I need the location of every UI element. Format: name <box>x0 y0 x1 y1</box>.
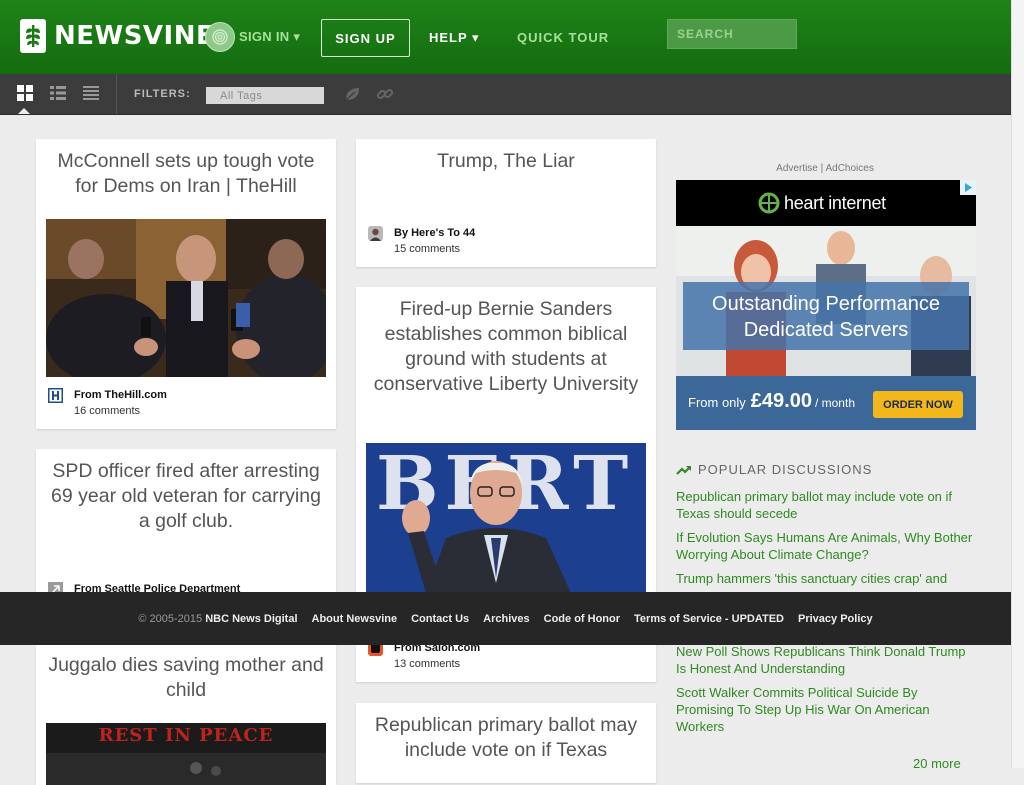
top-navigation-bar: NEWSVINE SIGN IN ▾ SIGN UP HELP ▾ QUICK … <box>0 0 1024 74</box>
footer-link-terms[interactable]: Terms of Service - UPDATED <box>634 613 784 625</box>
sign-up-button[interactable]: SIGN UP <box>321 19 410 57</box>
ad-price-line: From only £49.00 / month <box>688 390 855 413</box>
footer-link-about[interactable]: About Newsvine <box>312 613 398 625</box>
ad-choices-icon[interactable] <box>960 180 976 195</box>
footer-bar: © 2005-2015 NBC News Digital About Newsv… <box>0 592 1011 645</box>
compact-view-icon[interactable] <box>83 85 99 101</box>
popular-discussions-title: POPULAR DISCUSSIONS <box>698 462 873 477</box>
popular-item[interactable]: Scott Walker Commits Political Suicide B… <box>676 684 976 735</box>
story-comment-count[interactable]: 13 comments <box>394 656 480 672</box>
search-input[interactable] <box>667 19 797 49</box>
page-scrollbar[interactable] <box>1011 0 1024 768</box>
copyright-text: © 2005-2015 <box>138 612 203 625</box>
footer-link-privacy[interactable]: Privacy Policy <box>798 613 873 625</box>
leaf-filter-icon[interactable] <box>343 85 361 103</box>
ad-order-now-button[interactable]: ORDER NOW <box>873 391 963 418</box>
story-card[interactable]: McConnell sets up tough vote for Dems on… <box>36 139 336 429</box>
story-card[interactable]: Juggalo dies saving mother and child RES… <box>36 645 336 785</box>
copyright-company[interactable]: NBC News Digital <box>205 613 297 625</box>
tags-filter-input[interactable] <box>206 87 324 104</box>
quick-tour-link[interactable]: QUICK TOUR <box>517 30 609 45</box>
story-card[interactable]: Trump, The Liar By Here's To 44 15 comme… <box>356 139 656 267</box>
ad-price: £49.00 <box>750 390 812 412</box>
help-menu[interactable]: HELP ▾ <box>429 30 480 46</box>
footer-link-archives[interactable]: Archives <box>483 613 529 625</box>
story-source[interactable]: From TheHill.com <box>74 387 167 403</box>
filters-label: FILTERS: <box>134 88 191 100</box>
heart-internet-ad[interactable]: heart internet Outstanding Performance D… <box>676 180 976 430</box>
logo-wordmark: NEWSVINE <box>54 21 215 51</box>
story-title[interactable]: Republican primary ballot may include vo… <box>356 713 656 763</box>
popular-item[interactable]: Trump hammers 'this sanctuary cities cra… <box>676 570 976 587</box>
story-photo-bernie-sanders[interactable]: BERT <box>366 443 646 593</box>
story-meta: From TheHill.com 16 comments <box>48 387 167 419</box>
link-filter-icon[interactable] <box>376 85 394 103</box>
trending-icon <box>676 465 691 475</box>
ad-price-suffix: / month <box>814 396 855 410</box>
story-title[interactable]: McConnell sets up tough vote for Dems on… <box>36 149 336 199</box>
filter-bar: FILTERS: <box>0 74 1024 115</box>
story-card[interactable]: Republican primary ballot may include vo… <box>356 703 656 783</box>
newsvine-logo[interactable]: NEWSVINE <box>20 18 214 54</box>
ad-price-prefix: From only <box>688 395 746 410</box>
popular-item[interactable]: Republican primary ballot may include vo… <box>676 488 976 522</box>
story-card[interactable]: SPD officer fired after arresting 69 yea… <box>36 449 336 609</box>
author-avatar <box>368 226 383 241</box>
active-view-indicator <box>18 108 30 114</box>
ad-headline-1: Outstanding Performance <box>712 293 940 315</box>
divider <box>116 74 117 114</box>
more-discussions-link[interactable]: 20 more <box>913 756 961 771</box>
story-comment-count[interactable]: 15 comments <box>394 241 475 257</box>
ad-choices-label[interactable]: Advertise | AdChoices <box>675 163 975 174</box>
sign-in-label: SIGN IN ▾ <box>239 29 301 44</box>
grid-view-icon[interactable] <box>17 85 33 101</box>
thehill-source-icon <box>48 388 63 403</box>
fingerprint-icon <box>205 22 235 52</box>
vine-leaf-icon <box>20 19 46 53</box>
footer-link-contact[interactable]: Contact Us <box>411 613 469 625</box>
story-photo-press-scrum[interactable] <box>46 219 326 377</box>
story-photo-memorial[interactable]: REST IN PEACE <box>46 723 326 785</box>
story-meta: By Here's To 44 15 comments <box>368 225 475 257</box>
heart-internet-logo-icon <box>758 192 780 214</box>
story-title[interactable]: Juggalo dies saving mother and child <box>36 653 336 703</box>
copyright: © 2005-2015 NBC News Digital <box>138 613 297 625</box>
story-author[interactable]: By Here's To 44 <box>394 225 475 241</box>
footer-link-code-of-honor[interactable]: Code of Honor <box>544 613 620 625</box>
story-comment-count[interactable]: 16 comments <box>74 403 167 419</box>
story-title[interactable]: Trump, The Liar <box>356 149 656 174</box>
ad-headline-panel: Outstanding Performance Dedicated Server… <box>683 282 969 350</box>
story-title[interactable]: SPD officer fired after arresting 69 yea… <box>36 459 336 534</box>
popular-item[interactable]: If Evolution Says Humans Are Animals, Wh… <box>676 529 976 563</box>
popular-item[interactable]: New Poll Shows Republicans Think Donald … <box>676 643 976 677</box>
story-title[interactable]: Fired-up Bernie Sanders establishes comm… <box>356 297 656 397</box>
ad-brand-name: heart internet <box>784 193 886 213</box>
sign-in-button[interactable]: SIGN IN ▾ <box>205 22 300 52</box>
list-view-icon[interactable] <box>50 85 66 101</box>
ad-headline-2: Dedicated Servers <box>743 319 909 341</box>
popular-discussions-heading: POPULAR DISCUSSIONS <box>676 462 872 477</box>
